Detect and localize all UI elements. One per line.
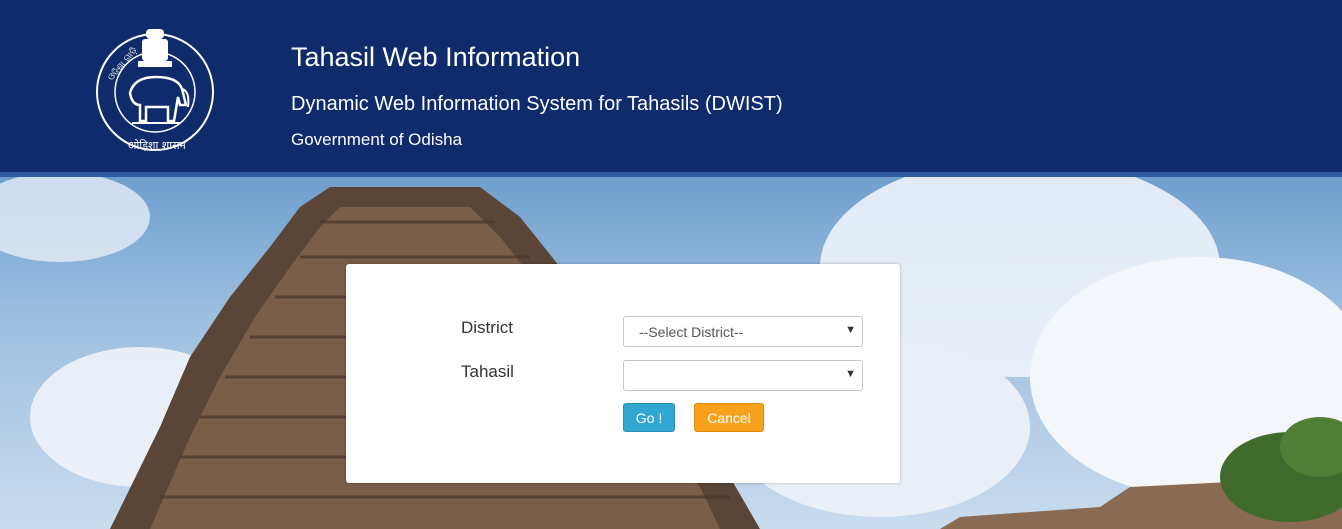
go-button[interactable]: Go !: [623, 403, 675, 432]
site-title: Tahasil Web Information: [291, 42, 581, 72]
chevron-down-icon: ▼: [845, 324, 856, 336]
tahasil-selection-form: District --Select District-- ▼ Tahasil ▼…: [346, 264, 900, 483]
emblem-text-top: ଓଡ଼ିଶା ଗାଡ଼ି: [106, 45, 140, 83]
site-header: ଓଡ଼ିଶା ଗାଡ଼ି ओड़िशा शासन Tahasil Web Inf…: [0, 0, 1342, 172]
district-select[interactable]: --Select District-- ▼: [623, 316, 863, 347]
chevron-down-icon: ▼: [845, 368, 856, 380]
tahasil-label: Tahasil: [461, 362, 514, 381]
government-label: Government of Odisha: [291, 130, 463, 149]
district-label: District: [461, 318, 513, 337]
odisha-emblem-icon: ଓଡ଼ିଶା ଗାଡ଼ି ओड़िशा शासन: [96, 29, 214, 152]
emblem-text-bottom: ओड़िशा शासन: [128, 139, 187, 152]
cancel-button[interactable]: Cancel: [694, 403, 764, 432]
tahasil-select[interactable]: ▼: [623, 360, 863, 391]
site-subtitle: Dynamic Web Information System for Tahas…: [291, 93, 783, 115]
district-selected-value: --Select District--: [639, 324, 744, 340]
